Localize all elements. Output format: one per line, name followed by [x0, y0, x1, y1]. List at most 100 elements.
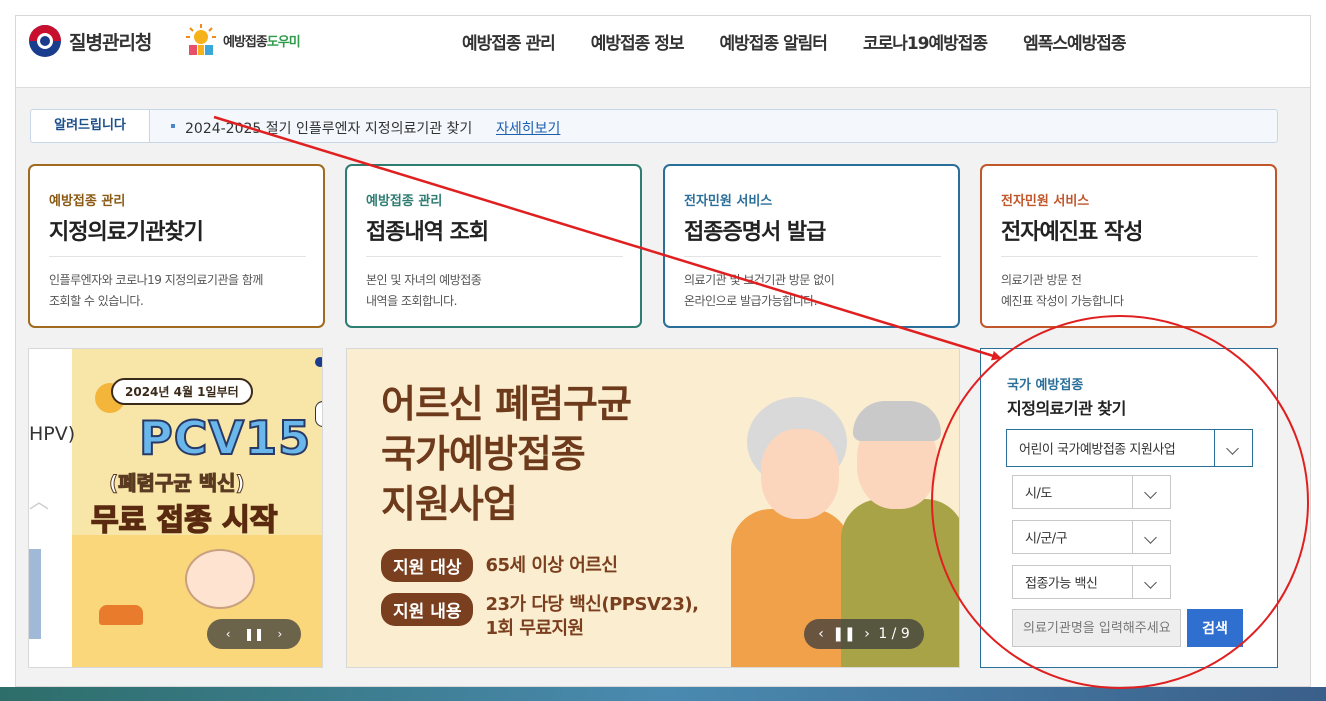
emblem-icon: [315, 357, 322, 367]
banner-date-pill: 2024년 4월 1일부터: [111, 378, 253, 405]
speech-bubble-icon: [315, 401, 322, 427]
support-content-tag: 지원 내용: [381, 593, 474, 626]
card-description: 의료기관 방문 전예진표 작성이 가능합니다: [1001, 270, 1124, 312]
grandmother-face-illustration: [761, 429, 839, 519]
kdca-logo-text: 질병관리청: [69, 31, 152, 54]
chevron-down-icon: [1132, 521, 1170, 553]
card-title: 접종내역 조회: [366, 220, 489, 245]
support-target-value: 65세 이상 어르신: [485, 554, 618, 576]
nip-logo-text-highlight: 도우미: [266, 34, 301, 50]
notice-more-link[interactable]: 자세히보기: [496, 118, 560, 138]
card-description-line: 인플루엔자와 코로나19 지정의료기관을 함께: [49, 273, 263, 287]
card-category: 전자민원 서비스: [684, 194, 773, 209]
pause-button[interactable]: ❚❚: [244, 627, 264, 641]
banner-headline: 어르신 폐렴구균 국가예방접종 지원사업: [381, 379, 632, 529]
program-select-value: 어린이 국가예방접종 지원사업: [1019, 442, 1176, 458]
bullet-icon: [171, 124, 175, 128]
nav-vaccination-info[interactable]: 예방접종 정보: [591, 29, 685, 54]
sigungu-select[interactable]: 시/군/구: [1012, 520, 1171, 554]
card-description: 본인 및 자녀의 예방접종내역을 조회합니다.: [366, 270, 482, 312]
toy-car-illustration: [99, 605, 143, 625]
main-nav: 예방접종 관리 예방접종 정보 예방접종 알림터 코로나19예방접종 엠폭스예방…: [462, 29, 1127, 54]
browser-viewport: 질병관리청 예방접종도우미 예방접종 관리 예방접종 정보 예방접종 알림터 코…: [15, 15, 1311, 687]
next-slide-button[interactable]: ›: [277, 627, 282, 641]
nip-logo-text-main: 예방접종: [223, 34, 268, 50]
support-content-line: 1회 무료지원: [485, 618, 584, 639]
card-category: 전자민원 서비스: [1001, 194, 1090, 209]
pause-button[interactable]: ❚❚: [832, 626, 855, 642]
nav-vaccination-management[interactable]: 예방접종 관리: [462, 29, 556, 54]
card-vaccination-history[interactable]: 예방접종 관리 접종내역 조회 본인 및 자녀의 예방접종내역을 조회합니다.: [345, 164, 642, 328]
slide-pager: 1 / 9: [878, 626, 910, 642]
grandfather-hair-illustration: [853, 401, 941, 441]
sigungu-select-value: 시/군/구: [1025, 531, 1068, 547]
card-description-line: 조회할 수 있습니다.: [49, 294, 144, 308]
card-title: 접종증명서 발급: [684, 220, 826, 245]
slider-controls: ‹ ❚❚ ›: [207, 619, 301, 649]
notice-message[interactable]: 2024-2025 절기 인플루엔자 지정의료기관 찾기: [185, 118, 472, 138]
card-title: 전자예진표 작성: [1001, 220, 1143, 245]
card-description-line: 예진표 작성이 가능합니다: [1001, 294, 1124, 308]
nip-logo[interactable]: 예방접종도우미: [183, 23, 301, 57]
nip-sun-icon: [186, 24, 216, 55]
program-select[interactable]: 어린이 국가예방접종 지원사업: [1006, 429, 1253, 467]
support-content-value: 23가 다당 백신(PPSV23), 1회 무료지원: [485, 593, 699, 641]
finder-category: 국가 예방접종: [1007, 378, 1084, 393]
card-e-screening-form[interactable]: 전자민원 서비스 전자예진표 작성 의료기관 방문 전예진표 작성이 가능합니다: [980, 164, 1277, 328]
vaccine-bottle-icon: [29, 549, 41, 639]
card-description-line: 내역을 조회합니다.: [366, 294, 457, 308]
clinic-finder-panel: 국가 예방접종 지정의료기관 찾기 어린이 국가예방접종 지원사업 시/도 시/…: [980, 348, 1278, 668]
chevron-down-icon: [1132, 476, 1170, 508]
card-divider: [49, 256, 306, 257]
support-content-row: 지원 내용 23가 다당 백신(PPSV23), 1회 무료지원: [381, 593, 699, 641]
sido-select-value: 시/도: [1025, 486, 1052, 502]
footer-strip: [0, 687, 1326, 701]
nav-vaccination-notice[interactable]: 예방접종 알림터: [720, 29, 828, 54]
chevron-up-icon: ︿: [29, 489, 49, 513]
support-content-line: 23가 다당 백신(PPSV23),: [485, 594, 699, 615]
card-designated-clinic[interactable]: 예방접종 관리 지정의료기관찾기 인플루엔자와 코로나19 지정의료기관을 함께…: [28, 164, 325, 328]
notice-label: 알려드립니다: [31, 110, 150, 142]
senior-pneumococcal-banner[interactable]: 어르신 폐렴구균 국가예방접종 지원사업 지원 대상 65세 이상 어르신 지원…: [346, 348, 960, 668]
card-description: 인플루엔자와 코로나19 지정의료기관을 함께조회할 수 있습니다.: [49, 270, 263, 312]
site-header: 질병관리청 예방접종도우미 예방접종 관리 예방접종 정보 예방접종 알림터 코…: [16, 16, 1310, 88]
card-description-line: 본인 및 자녀의 예방접종: [366, 273, 482, 287]
headline-line: 지원사업: [381, 482, 518, 526]
search-button[interactable]: 검색: [1187, 609, 1243, 647]
vaccine-select[interactable]: 접종가능 백신: [1012, 565, 1171, 599]
prev-slide-button[interactable]: ‹: [226, 627, 231, 641]
notice-bar: 알려드립니다 2024-2025 절기 인플루엔자 지정의료기관 찾기 자세히보…: [30, 109, 1278, 143]
chevron-down-icon: [1132, 566, 1170, 598]
card-description-line: 온라인으로 발급가능합니다.: [684, 294, 818, 308]
card-divider: [684, 256, 941, 257]
headline-line: 어르신 폐렴구균: [381, 382, 632, 426]
taeguk-emblem-icon: [29, 25, 61, 57]
card-category: 예방접종 관리: [366, 194, 443, 209]
card-certificate-issue[interactable]: 전자민원 서비스 접종증명서 발급 의료기관 및 보건기관 방문 없이 온라인으로…: [663, 164, 960, 328]
card-category: 예방접종 관리: [49, 194, 126, 209]
card-divider: [1001, 256, 1258, 257]
support-target-row: 지원 대상 65세 이상 어르신: [381, 549, 618, 582]
banner-subtitle: (폐렴구균 백신): [109, 471, 246, 496]
next-slide-button[interactable]: ›: [864, 626, 870, 642]
chevron-down-icon: [1214, 430, 1252, 466]
headline-line: 국가예방접종: [381, 432, 586, 476]
baby-illustration: [185, 549, 255, 609]
nav-mpox-vaccination[interactable]: 엠폭스예방접종: [1023, 29, 1126, 54]
nip-logo-text: 예방접종도우미: [223, 31, 301, 50]
previous-slide-text: HPV): [29, 423, 76, 445]
finder-title: 지정의료기관 찾기: [1007, 399, 1126, 418]
kdca-logo[interactable]: 질병관리청: [29, 25, 152, 57]
banner-tagline: 무료 접종 시작: [90, 502, 278, 539]
prev-slide-button[interactable]: ‹: [818, 626, 824, 642]
card-description: 의료기관 및 보건기관 방문 없이 온라인으로 발급가능합니다.: [684, 270, 835, 312]
pcv15-banner[interactable]: HPV) ︿ 2024년 4월 1일부터 PCV15 (폐렴구균 백신) 무료 …: [28, 348, 323, 668]
card-divider: [366, 256, 623, 257]
sido-select[interactable]: 시/도: [1012, 475, 1171, 509]
nav-covid19-vaccination[interactable]: 코로나19예방접종: [863, 29, 988, 54]
card-description-line: 의료기관 방문 전: [1001, 273, 1082, 287]
vaccine-select-value: 접종가능 백신: [1025, 576, 1098, 592]
slider-controls: ‹ ❚❚ › 1 / 9: [804, 619, 924, 649]
support-target-tag: 지원 대상: [381, 549, 474, 582]
clinic-name-input[interactable]: [1012, 609, 1181, 647]
